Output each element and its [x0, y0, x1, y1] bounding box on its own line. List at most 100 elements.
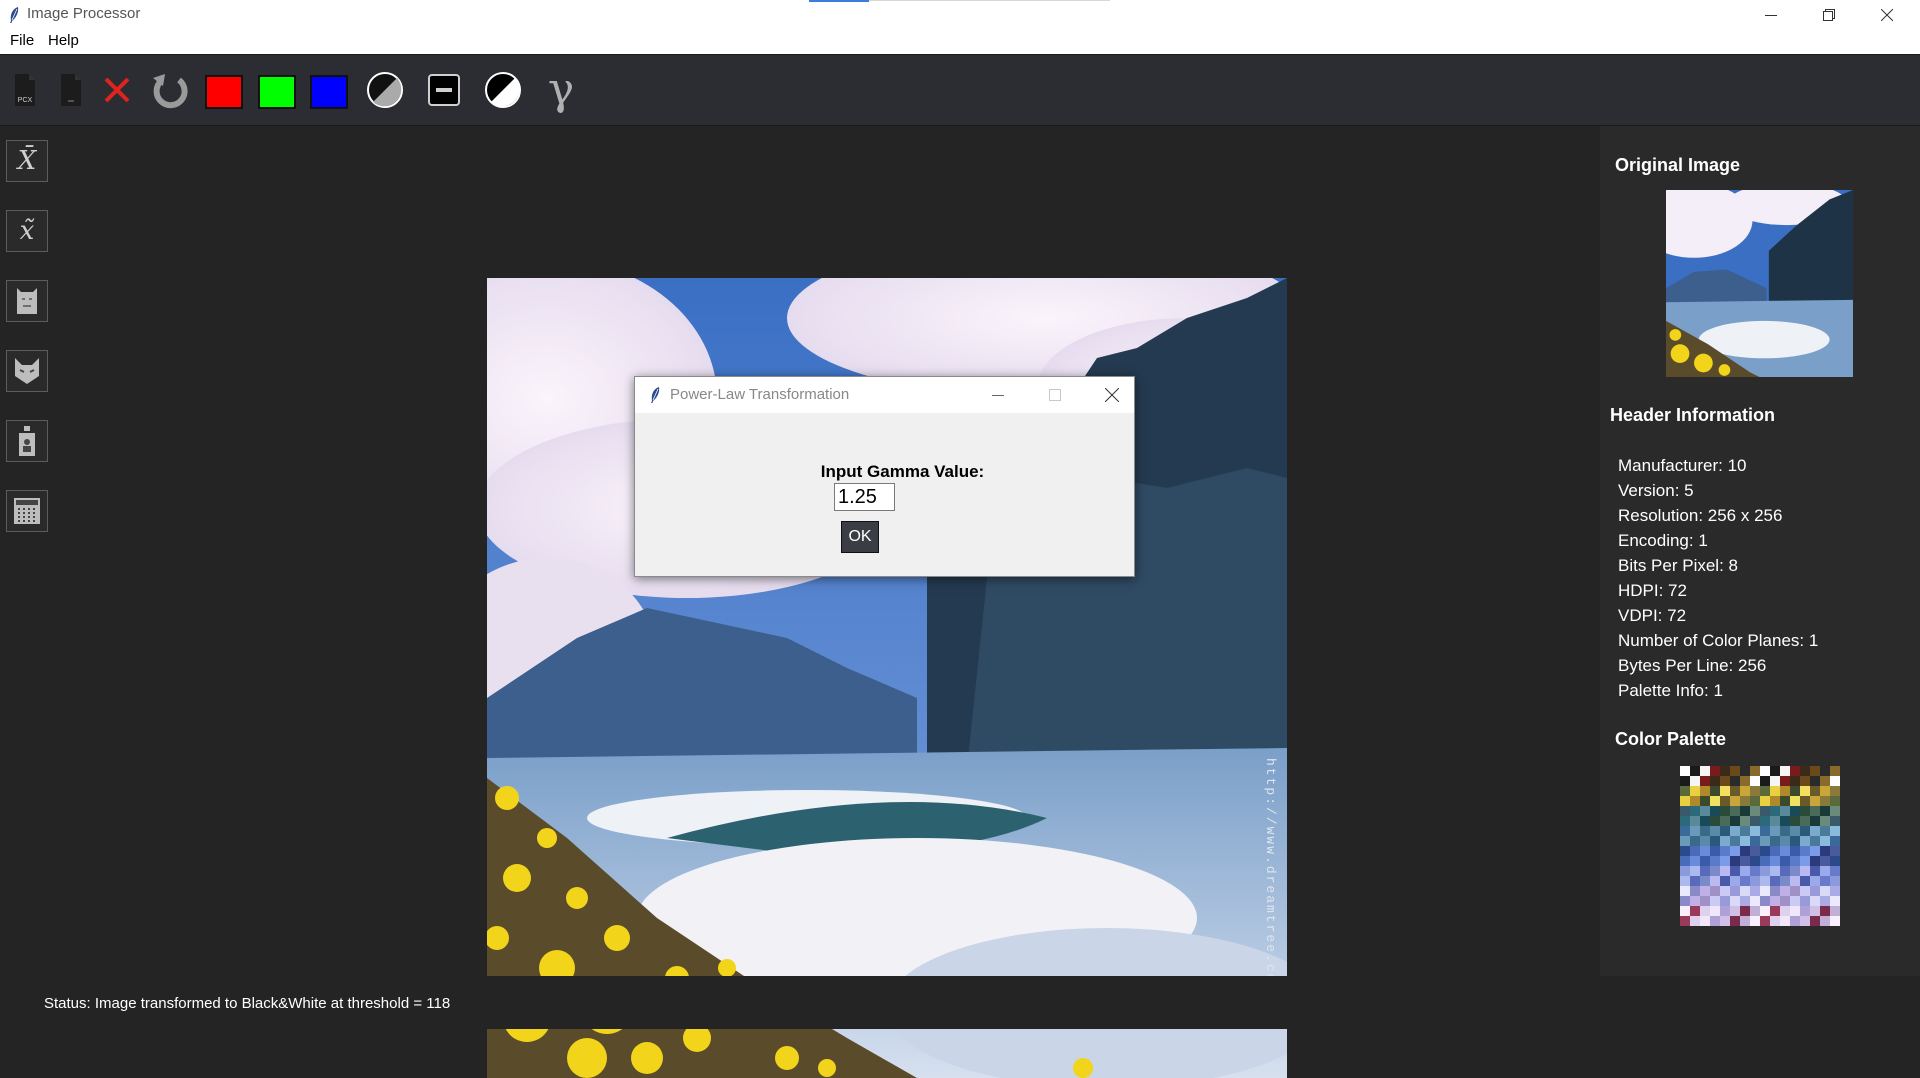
close-window-button[interactable]: [1858, 0, 1916, 29]
palette-swatch: [1720, 796, 1730, 806]
cat-filter-button[interactable]: [6, 280, 48, 322]
palette-swatch: [1790, 776, 1800, 786]
palette-swatch: [1680, 876, 1690, 886]
palette-swatch: [1720, 766, 1730, 776]
palette-swatch: [1760, 786, 1770, 796]
palette-swatch: [1690, 786, 1700, 796]
dialog-minimize-button[interactable]: [975, 377, 1021, 413]
open-file-button[interactable]: [50, 69, 92, 111]
palette-swatch: [1730, 906, 1740, 916]
grid-filter-button[interactable]: [6, 490, 48, 532]
palette-swatch: [1810, 776, 1820, 786]
palette-swatch: [1680, 896, 1690, 906]
palette-swatch: [1810, 846, 1820, 856]
palette-swatch: [1720, 786, 1730, 796]
palette-swatch: [1780, 866, 1790, 876]
palette-swatch: [1780, 836, 1790, 846]
restore-button[interactable]: [1800, 0, 1858, 29]
palette-swatch: [1750, 796, 1760, 806]
header-bits-per-pixel: Bits Per Pixel: 8: [1618, 556, 1738, 575]
palette-swatch: [1710, 766, 1720, 776]
palette-swatch: [1810, 906, 1820, 916]
palette-swatch: [1790, 876, 1800, 886]
negative-button[interactable]: [423, 69, 465, 111]
grayscale-button[interactable]: [364, 69, 406, 111]
gamma-input[interactable]: 1.25: [834, 483, 895, 511]
palette-swatch: [1810, 896, 1820, 906]
bottle-filter-button[interactable]: [6, 420, 48, 462]
close-icon: [1881, 8, 1893, 21]
dialog-close-button[interactable]: [1089, 377, 1135, 413]
cat-face-filter-button[interactable]: [6, 350, 48, 392]
palette-swatch: [1820, 836, 1830, 846]
palette-swatch: [1820, 826, 1830, 836]
palette-swatch: [1770, 766, 1780, 776]
palette-swatch: [1770, 896, 1780, 906]
palette-swatch: [1800, 866, 1810, 876]
open-pcx-button[interactable]: PCX: [4, 69, 46, 111]
palette-swatch: [1760, 846, 1770, 856]
palette-swatch: [1700, 796, 1710, 806]
palette-swatch: [1710, 916, 1720, 926]
palette-swatch: [1790, 916, 1800, 926]
palette-swatch: [1730, 836, 1740, 846]
palette-swatch: [1810, 806, 1820, 816]
palette-swatch: [1710, 866, 1720, 876]
palette-swatch: [1740, 836, 1750, 846]
menu-help[interactable]: Help: [48, 32, 79, 49]
palette-swatch: [1690, 856, 1700, 866]
palette-swatch: [1770, 916, 1780, 926]
minimize-button[interactable]: [1742, 0, 1800, 29]
palette-swatch: [1800, 816, 1810, 826]
palette-swatch: [1760, 766, 1770, 776]
blue-channel-button[interactable]: [310, 75, 348, 109]
palette-swatch: [1820, 806, 1830, 816]
palette-swatch: [1760, 836, 1770, 846]
menu-file[interactable]: File: [10, 32, 34, 49]
reset-button[interactable]: [148, 69, 190, 111]
palette-swatch: [1810, 766, 1820, 776]
close-icon: [1105, 388, 1119, 402]
palette-swatch: [1830, 846, 1840, 856]
palette-swatch: [1770, 846, 1780, 856]
palette-swatch: [1740, 886, 1750, 896]
palette-swatch: [1680, 886, 1690, 896]
palette-swatch: [1740, 816, 1750, 826]
palette-swatch: [1830, 896, 1840, 906]
gamma-button[interactable]: γ: [540, 68, 582, 112]
black-white-button[interactable]: [482, 69, 524, 111]
header-resolution: Resolution: 256 x 256: [1618, 506, 1783, 525]
palette-swatch: [1720, 816, 1730, 826]
window-title: Image Processor: [27, 5, 141, 22]
dialog-maximize-button[interactable]: [1032, 377, 1078, 413]
palette-swatch: [1800, 896, 1810, 906]
palette-swatch: [1760, 776, 1770, 786]
palette-swatch: [1810, 876, 1820, 886]
palette-swatch: [1780, 786, 1790, 796]
palette-swatch: [1800, 916, 1810, 926]
median-filter-button[interactable]: x̃: [6, 210, 48, 252]
palette-swatch: [1700, 846, 1710, 856]
red-channel-button[interactable]: [205, 75, 243, 109]
minimize-icon: [992, 395, 1004, 396]
mean-filter-button[interactable]: X̄: [6, 140, 48, 182]
palette-swatch: [1780, 886, 1790, 896]
palette-swatch: [1780, 816, 1790, 826]
header-manufacturer: Manufacturer: 10: [1618, 456, 1747, 475]
palette-swatch: [1720, 916, 1730, 926]
palette-swatch: [1710, 886, 1720, 896]
palette-swatch: [1790, 806, 1800, 816]
palette-swatch: [1750, 856, 1760, 866]
palette-swatch: [1820, 766, 1830, 776]
green-channel-button[interactable]: [258, 75, 296, 109]
ok-button[interactable]: OK: [841, 521, 879, 553]
close-image-button[interactable]: [96, 69, 138, 111]
black-white-icon: [485, 72, 521, 108]
palette-swatch: [1730, 816, 1740, 826]
palette-swatch: [1740, 916, 1750, 926]
palette-swatch: [1690, 766, 1700, 776]
palette-swatch: [1830, 916, 1840, 926]
palette-swatch: [1780, 806, 1790, 816]
palette-swatch: [1730, 786, 1740, 796]
palette-swatch: [1720, 776, 1730, 786]
